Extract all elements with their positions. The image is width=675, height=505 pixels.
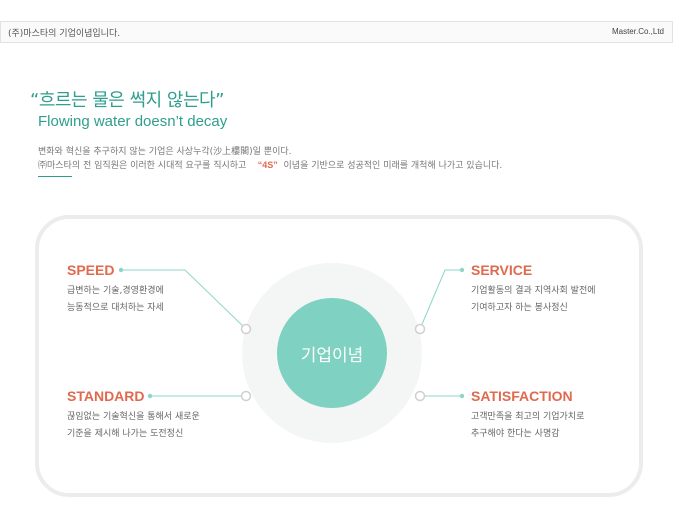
standard-line-1: 끊임없는 기술혁신을 통해서 새로운 bbox=[67, 412, 200, 422]
satisfaction-line-2: 추구해야 한다는 사명감 bbox=[471, 429, 560, 439]
standard-node bbox=[240, 390, 252, 402]
speed-line-2: 능동적으로 대처하는 자세 bbox=[67, 303, 164, 313]
satisfaction-start-dot bbox=[459, 393, 465, 399]
satisfaction-title: SATISFACTION bbox=[471, 388, 573, 404]
standard-line-2: 기준을 제시해 나가는 도전정신 bbox=[67, 429, 184, 439]
speed-line-1: 급변하는 기술,경영환경에 bbox=[67, 286, 164, 296]
speed-start-dot bbox=[118, 267, 124, 273]
speed-description: 급변하는 기술,경영환경에 능동적으로 대처하는 자세 bbox=[67, 283, 164, 317]
service-title: SERVICE bbox=[471, 262, 533, 278]
satisfaction-node bbox=[414, 390, 426, 402]
speed-title: SPEED bbox=[67, 262, 115, 278]
service-line-1: 기업활동의 결과 지역사회 발전에 bbox=[471, 286, 596, 296]
satisfaction-description: 고객만족을 최고의 기업가치로 추구해야 한다는 사명감 bbox=[471, 409, 584, 443]
service-start-dot bbox=[459, 267, 465, 273]
satisfaction-line-1: 고객만족을 최고의 기업가치로 bbox=[471, 412, 585, 422]
service-line-2: 기여하고자 하는 봉사정신 bbox=[471, 303, 568, 313]
service-node bbox=[414, 323, 426, 335]
speed-node bbox=[240, 323, 252, 335]
service-connector bbox=[419, 269, 462, 330]
standard-description: 끊임없는 기술혁신을 통해서 새로운 기준을 제시해 나가는 도전정신 bbox=[67, 409, 200, 443]
service-description: 기업활동의 결과 지역사회 발전에 기여하고자 하는 봉사정신 bbox=[471, 283, 596, 317]
standard-title: STANDARD bbox=[67, 388, 145, 404]
standard-start-dot bbox=[147, 393, 153, 399]
